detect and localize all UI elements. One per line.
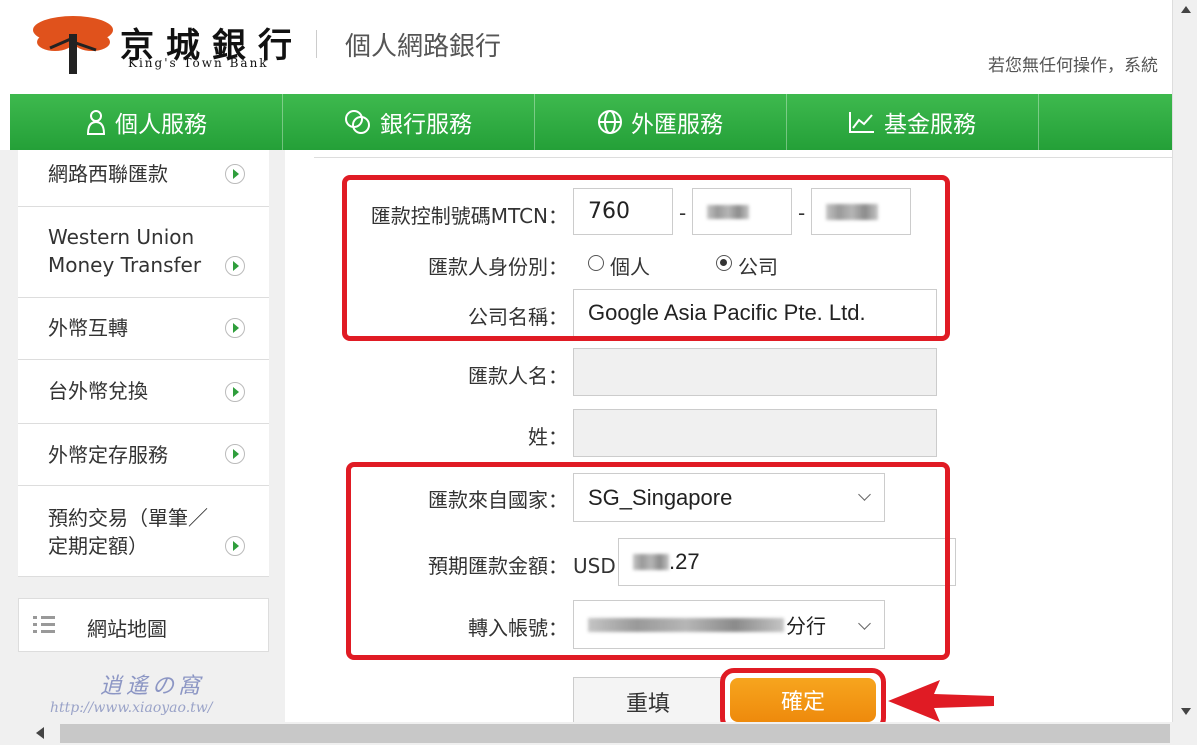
scroll-up-icon[interactable] [1181, 6, 1191, 13]
bank-logo-tree-icon [33, 16, 113, 74]
site-title: 個人網路銀行 [345, 32, 502, 62]
session-timeout-notice: 若您無任何操作，系統 [988, 56, 1158, 76]
nav-label: 基金服務 [884, 112, 976, 138]
nav-fund-services[interactable]: 基金服務 [786, 94, 1039, 150]
highlight-box-transfer [346, 462, 950, 660]
confirm-button[interactable]: 確定 [730, 678, 876, 722]
nav-bank-services[interactable]: 銀行服務 [282, 94, 535, 150]
sidebar-item-fx-deposit[interactable]: 外幣定存服務 [18, 424, 269, 486]
nav-label: 外匯服務 [631, 112, 723, 138]
arrow-right-icon [225, 164, 245, 184]
main-nav: 個人服務 銀行服務 外匯服務 基金服務 [10, 94, 1172, 150]
sidebar-item-label: 外幣互轉 [48, 316, 128, 340]
sidebar-item-label: 預約交易（單筆／ 定期定額） [48, 506, 208, 558]
scroll-down-icon[interactable] [1181, 708, 1191, 715]
coins-icon [345, 110, 370, 134]
scrollbar-corner [1172, 722, 1197, 745]
sidebar-item-currency-exchange[interactable]: 外幣互轉 [18, 298, 269, 360]
red-arrow-pointer-icon [888, 680, 994, 722]
sidebar-item-twd-fx-exchange[interactable]: 台外幣兌換 [18, 360, 269, 424]
arrow-right-icon [225, 536, 245, 556]
sidebar-item-western-union-transfer[interactable]: Western Union Money Transfer [18, 207, 269, 298]
remitter-name-input[interactable] [573, 348, 937, 396]
watermark-logo: 逍遙の窩 http://www.xiaoyao.tw/ [50, 674, 213, 716]
sitemap-link[interactable]: 網站地圖 [18, 598, 269, 652]
nav-label: 銀行服務 [380, 112, 472, 138]
sidebar-item-label: 網路西聯匯款 [48, 162, 168, 186]
surname-label: 姓： [528, 425, 568, 449]
sitemap-label: 網站地圖 [87, 617, 167, 641]
sidebar-item-label: 外幣定存服務 [48, 443, 168, 467]
nav-label: 個人服務 [115, 112, 207, 138]
horizontal-scroll-thumb[interactable] [60, 724, 1170, 743]
sidebar-item-scheduled-transaction[interactable]: 預約交易（單筆／ 定期定額） [18, 486, 269, 577]
chart-icon [849, 112, 874, 133]
arrow-right-icon [225, 318, 245, 338]
nav-more[interactable] [1038, 94, 1172, 150]
sidebar-item-western-union-online[interactable]: 網路西聯匯款 [18, 150, 269, 207]
header-divider [316, 30, 317, 58]
nav-personal-services[interactable]: 個人服務 [10, 94, 283, 150]
nav-forex-services[interactable]: 外匯服務 [534, 94, 787, 150]
vertical-scrollbar[interactable] [1172, 0, 1197, 722]
globe-icon [598, 110, 622, 134]
list-icon [33, 616, 55, 633]
reset-button[interactable]: 重填 [573, 677, 723, 727]
remitter-name-label: 匯款人名： [468, 364, 568, 388]
arrow-right-icon [225, 382, 245, 402]
bank-logo-english: King's Town Bank [128, 56, 269, 70]
watermark-url: http://www.xiaoyao.tw/ [50, 700, 213, 716]
highlight-box-identity [342, 175, 950, 341]
sidebar-item-label: Western Union Money Transfer [48, 225, 202, 277]
arrow-right-icon [225, 444, 245, 464]
scroll-left-icon[interactable] [36, 727, 44, 739]
sidebar-item-label: 台外幣兌換 [48, 379, 148, 403]
surname-input[interactable] [573, 409, 937, 457]
person-icon [86, 110, 106, 135]
content-divider [314, 157, 1172, 158]
arrow-right-icon [225, 256, 245, 276]
